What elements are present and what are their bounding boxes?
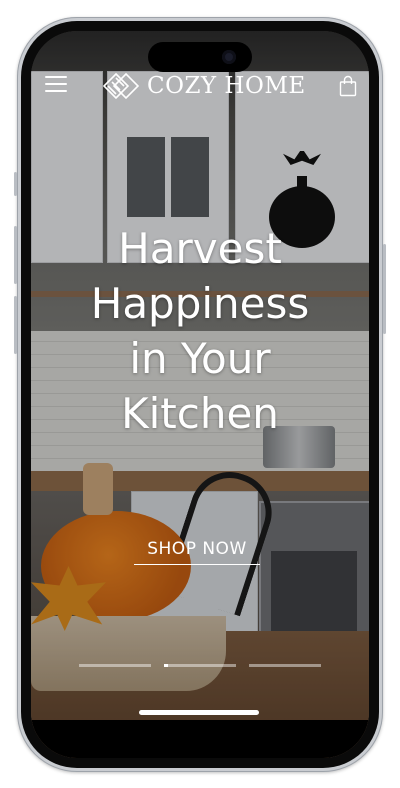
phone-screen: COZY HOME Harvest Happiness in Your Kitc… xyxy=(31,31,369,758)
shopping-bag-icon[interactable] xyxy=(339,75,357,97)
slide-indicator-3[interactable] xyxy=(249,664,321,667)
brand[interactable]: COZY HOME xyxy=(103,69,306,103)
hero-headline-line: Happiness xyxy=(90,279,310,328)
site-header: COZY HOME xyxy=(31,67,369,107)
home-indicator[interactable] xyxy=(139,710,259,715)
slide-indicator-2[interactable] xyxy=(164,664,236,667)
front-camera-icon xyxy=(222,50,236,64)
volume-down-button xyxy=(14,296,17,354)
power-button xyxy=(383,244,386,334)
hero-headline: Harvest Happiness in Your Kitchen xyxy=(31,221,369,441)
slideshow-pagination xyxy=(79,664,321,667)
shop-now-link[interactable]: SHOP NOW xyxy=(134,539,260,565)
hero-headline-line: Kitchen xyxy=(121,389,279,438)
silent-switch xyxy=(14,172,17,196)
brand-name: COZY HOME xyxy=(147,73,306,99)
bottom-black-bar xyxy=(31,720,369,758)
dynamic-island xyxy=(148,42,252,72)
diamond-stripes-logo-icon xyxy=(103,73,139,99)
hero-headline-line: Harvest xyxy=(118,224,282,273)
slide-progress-fill xyxy=(164,664,168,667)
volume-up-button xyxy=(14,226,17,284)
slide-indicator-1[interactable] xyxy=(79,664,151,667)
hero-headline-line: in Your xyxy=(129,334,271,383)
hamburger-menu-icon[interactable] xyxy=(45,75,67,95)
